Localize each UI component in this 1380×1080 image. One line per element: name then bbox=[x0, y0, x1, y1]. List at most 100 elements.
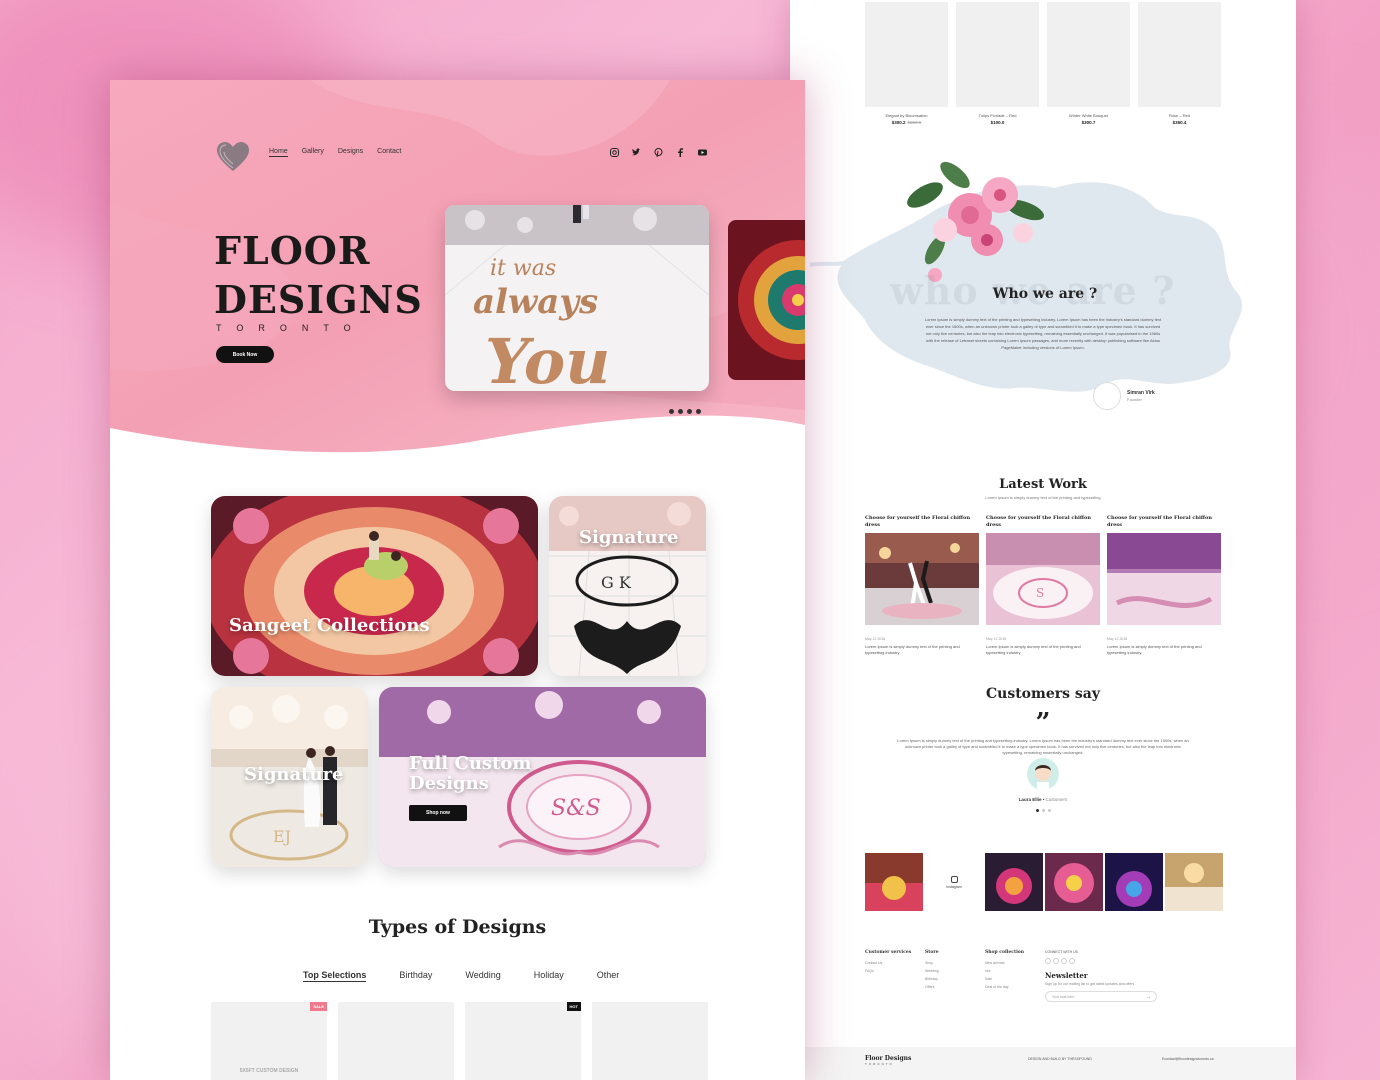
main-nav: Home Gallery Designs Contact bbox=[269, 148, 401, 157]
sangeet-collection-tile[interactable]: Sangeet Collections bbox=[211, 496, 538, 676]
about-text: Lorem Ipsum is simply dummy text of the … bbox=[924, 317, 1162, 350]
twitter-icon[interactable] bbox=[632, 148, 641, 157]
book-now-button[interactable]: Book Now bbox=[216, 346, 274, 363]
instagram-photo[interactable] bbox=[1105, 853, 1163, 911]
card-text: Lorem Ipsum is simply dummy text of the … bbox=[986, 644, 1081, 655]
product-card[interactable]: HOT bbox=[465, 1002, 581, 1080]
facebook-icon[interactable] bbox=[676, 148, 685, 157]
signature-tile-bottom[interactable]: EJ Signature bbox=[211, 687, 368, 867]
youtube-icon[interactable] bbox=[698, 148, 707, 157]
shop-now-button[interactable]: Shop now bbox=[409, 805, 467, 821]
nav-home[interactable]: Home bbox=[269, 148, 288, 157]
arrow-right-icon[interactable]: → bbox=[1146, 994, 1151, 1000]
nav-gallery[interactable]: Gallery bbox=[302, 148, 324, 157]
slide-script-top: it was bbox=[490, 256, 556, 281]
card-title[interactable]: Choose for yourself the Floral chiffon d… bbox=[986, 515, 1100, 533]
quote-icon: ” bbox=[1035, 708, 1051, 738]
tab-holiday[interactable]: Holiday bbox=[534, 970, 564, 982]
product-card[interactable] bbox=[592, 1002, 708, 1080]
footer-link[interactable]: Birthday bbox=[925, 977, 939, 981]
monogram: G K bbox=[601, 573, 632, 592]
newsletter-column: CONNECT WITH US Newsletter Sign up for o… bbox=[1045, 950, 1157, 1002]
dot[interactable] bbox=[1048, 809, 1051, 812]
card-title[interactable]: Choose for yourself the Floral chiffon d… bbox=[1107, 515, 1221, 533]
tab-top-selections[interactable]: Top Selections bbox=[303, 970, 367, 982]
footer-link[interactable]: Hot bbox=[985, 969, 1024, 973]
newsletter-email-input[interactable]: Your mail here → bbox=[1045, 991, 1157, 1002]
footer-link[interactable]: FAQs bbox=[865, 969, 911, 973]
slider-dots[interactable] bbox=[669, 409, 701, 414]
latest-work-card[interactable]: Choose for yourself the Floral chiffon d… bbox=[986, 515, 1100, 656]
work-image[interactable] bbox=[1107, 533, 1221, 625]
instagram-photo[interactable] bbox=[985, 853, 1043, 911]
testimonial-text: Lorem Ipsum is simply dummy text of the … bbox=[897, 738, 1189, 755]
instagram-photo[interactable] bbox=[1045, 853, 1103, 911]
latest-work-card[interactable]: Choose for yourself the Floral chiffon d… bbox=[865, 515, 979, 656]
newsletter-title: Newsletter bbox=[1045, 971, 1088, 980]
product-card[interactable]: Winter White Bouquet $300.7 bbox=[1047, 2, 1130, 125]
hero-section: Home Gallery Designs Contact FLOOR DESIG… bbox=[110, 80, 805, 460]
tab-birthday[interactable]: Birthday bbox=[399, 970, 432, 982]
latest-work-card[interactable]: Choose for yourself the Floral chiffon d… bbox=[1107, 515, 1221, 656]
pinterest-icon[interactable] bbox=[654, 148, 663, 157]
product-thumbnail[interactable] bbox=[865, 2, 948, 107]
slider-dot[interactable] bbox=[696, 409, 701, 414]
footer-logo-sub: TORONTO bbox=[865, 1062, 894, 1066]
footer-link[interactable]: New Arrivals bbox=[985, 961, 1024, 965]
instagram-label-tile[interactable]: Instagram bbox=[925, 853, 983, 911]
instagram-feed: Instagram bbox=[865, 853, 1223, 911]
instagram-icon[interactable] bbox=[610, 148, 619, 157]
product-thumbnail[interactable] bbox=[1047, 2, 1130, 107]
contact-email[interactable]: Econtact@floordesignstoronto.ca bbox=[1162, 1057, 1214, 1061]
slide-script-bottom: You bbox=[485, 325, 610, 391]
monogram: EJ bbox=[273, 827, 291, 846]
product-name: Rose – Red bbox=[1168, 113, 1191, 118]
section-title: Who we are ? bbox=[992, 286, 1098, 302]
card-title[interactable]: Choose for yourself the Floral chiffon d… bbox=[865, 515, 979, 533]
product-thumbnail[interactable] bbox=[1138, 2, 1221, 107]
footer-link[interactable]: Contact Us bbox=[865, 961, 911, 965]
signature-tile-top[interactable]: G K Signature bbox=[549, 496, 706, 676]
hero-slide-image[interactable]: it was always You bbox=[445, 205, 709, 391]
footer-link[interactable]: Shop bbox=[925, 961, 939, 965]
product-card[interactable] bbox=[338, 1002, 454, 1080]
avatar bbox=[1093, 382, 1121, 410]
footer-logo[interactable]: Floor Designs bbox=[865, 1055, 911, 1062]
youtube-icon[interactable] bbox=[1069, 958, 1075, 964]
instagram-icon[interactable] bbox=[1045, 958, 1051, 964]
dot[interactable] bbox=[1042, 809, 1045, 812]
heart-logo[interactable] bbox=[216, 142, 250, 172]
tab-other[interactable]: Other bbox=[597, 970, 620, 982]
carousel-dots[interactable] bbox=[1036, 809, 1051, 812]
slider-dot[interactable] bbox=[678, 409, 683, 414]
product-card[interactable]: Rose – Red $350.4 bbox=[1138, 2, 1221, 125]
facebook-icon[interactable] bbox=[1053, 958, 1059, 964]
full-custom-designs-tile[interactable]: S&S Full Custom Designs Shop now bbox=[379, 687, 706, 867]
instagram-photo[interactable] bbox=[865, 853, 923, 911]
footer-link[interactable]: Wedding bbox=[925, 969, 939, 973]
tile-label: Signature bbox=[244, 764, 344, 785]
product-name[interactable]: 5X5FT CUSTOM DESIGN bbox=[211, 1068, 327, 1074]
card-date: May 12 2018 bbox=[865, 637, 886, 641]
next-slide-preview[interactable] bbox=[728, 220, 805, 380]
work-image[interactable]: S bbox=[986, 533, 1100, 625]
slider-dot[interactable] bbox=[669, 409, 674, 414]
instagram-photo[interactable] bbox=[1165, 853, 1223, 911]
dot[interactable] bbox=[1036, 809, 1039, 812]
product-thumbnail[interactable] bbox=[956, 2, 1039, 107]
product-card[interactable]: SALE 5X5FT CUSTOM DESIGN bbox=[211, 1002, 327, 1080]
nav-contact[interactable]: Contact bbox=[377, 148, 401, 157]
slider-dot[interactable] bbox=[687, 409, 692, 414]
product-grid: SALE 5X5FT CUSTOM DESIGN HOT bbox=[211, 1002, 708, 1080]
section-subtitle: Lorem Ipsum is simply dummy text of the … bbox=[985, 495, 1101, 500]
footer-link[interactable]: Sale bbox=[985, 977, 1024, 981]
work-image[interactable] bbox=[865, 533, 979, 625]
twitter-icon[interactable] bbox=[1061, 958, 1067, 964]
product-card[interactable]: Tulips Floriade – Red $100.0 bbox=[956, 2, 1039, 125]
founder-role: Founder bbox=[1127, 397, 1142, 402]
nav-designs[interactable]: Designs bbox=[338, 148, 363, 157]
product-card[interactable]: Elegant by Bloomsation $300.2 $350.6 bbox=[865, 2, 948, 125]
footer-link[interactable]: Offers bbox=[925, 985, 939, 989]
footer-link[interactable]: Deal of the day bbox=[985, 985, 1024, 989]
tab-wedding[interactable]: Wedding bbox=[465, 970, 500, 982]
